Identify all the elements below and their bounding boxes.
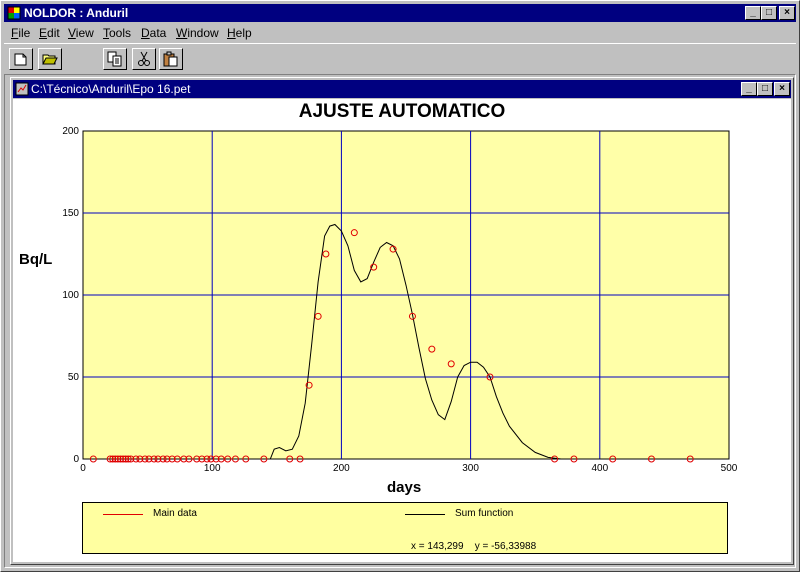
doc-minimize-button[interactable]: _	[741, 82, 757, 96]
paste-icon	[163, 51, 178, 67]
mdi-workspace: C:\Técnico\Anduril\Epo 16.pet _ □ × AJUS…	[4, 74, 796, 568]
open-icon	[42, 54, 58, 65]
legend-sum-label: Sum function	[455, 508, 514, 519]
document-title: C:\Técnico\Anduril\Epo 16.pet	[31, 82, 191, 96]
cursor-y-value: -56,33988	[491, 541, 537, 552]
cursor-y-label: y =	[474, 541, 489, 552]
open-button[interactable]	[38, 48, 62, 70]
y-tick-label: 0	[73, 454, 79, 465]
document-icon	[15, 82, 29, 96]
menu-tools[interactable]: Tools	[103, 26, 131, 40]
menu-window[interactable]: Window	[176, 26, 219, 40]
menu-bar: File Edit View Tools Data Window Help	[4, 23, 796, 42]
cursor-x-label: x =	[411, 541, 425, 552]
copy-button[interactable]	[103, 48, 127, 70]
legend-main-line	[103, 514, 143, 515]
plot-svg[interactable]: 0 100 200 300 400 500 0 50 100 150 200	[13, 99, 791, 499]
maximize-button[interactable]: □	[761, 6, 777, 20]
app-window: NOLDOR : Anduril _ □ × File Edit View To…	[0, 0, 800, 572]
chart-area[interactable]: AJUSTE AUTOMATICO Bq/L days 0 100 200 300 40…	[13, 99, 791, 562]
y-tick-label: 200	[62, 126, 79, 137]
y-tick-label: 150	[62, 208, 79, 219]
menu-file[interactable]: File	[11, 26, 30, 40]
cursor-readout: x = 143,299 y = -56,33988	[411, 541, 536, 552]
x-tick-label: 400	[591, 463, 608, 474]
paste-button[interactable]	[159, 48, 183, 70]
cut-button[interactable]	[132, 48, 156, 70]
y-tick-label: 100	[62, 290, 79, 301]
maximize-icon: □	[761, 83, 769, 94]
cut-icon	[138, 51, 150, 66]
new-icon	[14, 53, 27, 66]
toolbar	[4, 43, 796, 75]
minimize-icon: _	[746, 83, 752, 94]
legend: Main data Sum function x = 143,299 y = -…	[82, 502, 728, 554]
legend-sum-line	[405, 514, 445, 515]
minimize-icon: _	[750, 7, 756, 18]
app-title: NOLDOR : Anduril	[24, 6, 129, 20]
minimize-button[interactable]: _	[745, 6, 761, 20]
doc-maximize-button[interactable]: □	[757, 82, 773, 96]
maximize-icon: □	[765, 7, 773, 18]
menu-view[interactable]: View	[68, 26, 94, 40]
legend-main-label: Main data	[153, 508, 197, 519]
close-icon: ×	[779, 83, 785, 94]
x-tick-label: 100	[204, 463, 221, 474]
menu-edit[interactable]: Edit	[39, 26, 60, 40]
cursor-x-value: 143,299	[427, 541, 464, 552]
menu-help[interactable]: Help	[227, 26, 252, 40]
document-titlebar[interactable]: C:\Técnico\Anduril\Epo 16.pet _ □ ×	[13, 80, 791, 98]
x-tick-label: 200	[333, 463, 350, 474]
copy-icon	[107, 51, 122, 67]
y-tick-label: 50	[68, 372, 80, 383]
app-icon	[7, 6, 21, 20]
app-titlebar[interactable]: NOLDOR : Anduril _ □ ×	[4, 4, 796, 22]
document-window: C:\Técnico\Anduril\Epo 16.pet _ □ × AJUS…	[10, 77, 794, 565]
close-button[interactable]: ×	[779, 6, 795, 20]
menu-data[interactable]: Data	[141, 26, 166, 40]
close-icon: ×	[784, 7, 790, 18]
x-tick-label: 300	[462, 463, 479, 474]
doc-close-button[interactable]: ×	[774, 82, 790, 96]
x-tick-label: 0	[80, 463, 86, 474]
x-tick-label: 500	[721, 463, 738, 474]
new-button[interactable]	[9, 48, 33, 70]
